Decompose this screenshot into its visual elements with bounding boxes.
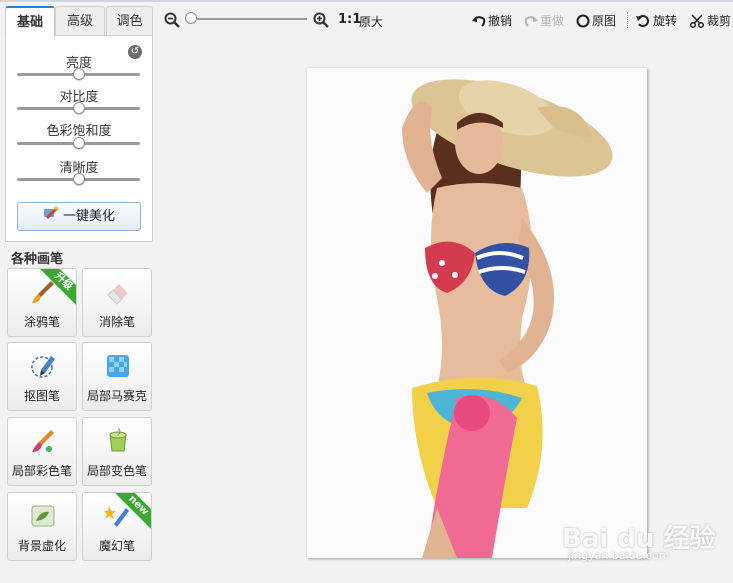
one-click-beautify-label: 一键美化 [62, 209, 115, 224]
rotate-button[interactable]: 旋转 [636, 12, 677, 29]
saturation-knob[interactable] [72, 137, 85, 149]
blur-background-icon [31, 505, 55, 527]
tool-label: 消除笔 [98, 315, 135, 329]
tool-magic-pen[interactable]: new 魔幻笔 [82, 492, 152, 561]
undo-label: 撤销 [488, 14, 513, 28]
tool-label: 局部变色笔 [86, 464, 147, 478]
undo-button[interactable]: 撤销 [472, 12, 512, 29]
paintbrush-icon [32, 281, 54, 303]
original-image-label: 原图 [592, 14, 617, 28]
tab-advanced[interactable]: 高级 [55, 6, 105, 35]
tool-label: 抠图笔 [23, 389, 60, 403]
photo-image [307, 68, 647, 558]
basic-adjust-panel: ↺ 亮度 对比度 色彩饱和度 清晰度 一键美化 [5, 35, 153, 242]
tab-color[interactable]: 调色 [106, 6, 153, 35]
sharpness-slider[interactable] [17, 173, 140, 185]
scissors-icon [689, 14, 705, 29]
tool-local-color-brush[interactable]: 局部彩色笔 [7, 417, 77, 486]
mosaic-icon [107, 355, 129, 377]
photo-canvas[interactable] [307, 68, 647, 558]
contrast-slider[interactable] [17, 102, 140, 114]
baidu-watermark-url: jingyan.baidu.com [568, 549, 670, 562]
zoom-in-icon[interactable] [313, 12, 329, 28]
adjust-tabs: 基础 高级 调色 [5, 6, 153, 37]
cutout-pen-icon [31, 356, 55, 378]
brightness-knob[interactable] [72, 68, 85, 80]
crop-label: 裁剪 [707, 14, 732, 28]
tab-basic[interactable]: 基础 [5, 6, 55, 37]
undo-icon [472, 16, 486, 27]
brightness-slider[interactable] [17, 68, 140, 80]
tool-eraser[interactable]: 消除笔 [82, 268, 152, 337]
circle-icon [576, 14, 590, 28]
tool-label: 局部马赛克 [86, 389, 147, 403]
saturation-slider[interactable] [17, 137, 140, 149]
tool-background-blur[interactable]: 背景虚化 [7, 492, 77, 561]
tool-label: 魔幻笔 [98, 539, 135, 553]
tool-label: 涂鸦笔 [23, 315, 60, 329]
color-brush-icon [32, 430, 54, 452]
one-click-beautify-button[interactable]: 一键美化 [17, 202, 141, 231]
zoom-slider[interactable] [186, 18, 307, 20]
window-top-border [0, 0, 733, 2]
toolbar-separator [627, 12, 629, 28]
magic-pen-icon [104, 506, 129, 527]
original-size-button[interactable]: 原大 [359, 13, 383, 30]
zoom-slider-knob[interactable] [185, 12, 197, 24]
redo-icon [524, 16, 538, 27]
brushes-title: 各种画笔 [11, 252, 64, 267]
redo-button[interactable]: 重做 [524, 12, 564, 29]
redo-label: 重做 [540, 14, 565, 28]
tool-label: 背景虚化 [17, 539, 66, 553]
rotate-icon [636, 15, 649, 27]
contrast-knob[interactable] [72, 102, 85, 114]
eraser-icon [107, 284, 128, 305]
tool-cutout-pen[interactable]: 抠图笔 [7, 342, 77, 411]
ratio-1-1-button[interactable]: 1:1 [338, 12, 361, 27]
paint-bucket-icon [109, 428, 127, 452]
rotate-label: 旋转 [653, 14, 678, 28]
crop-button[interactable]: 裁剪 [689, 12, 732, 29]
original-image-button[interactable]: 原图 [576, 12, 616, 29]
tool-local-mosaic[interactable]: 局部马赛克 [82, 342, 152, 411]
sharpness-knob[interactable] [72, 173, 85, 185]
tool-local-recolor-pen[interactable]: 局部变色笔 [82, 417, 152, 486]
tool-doodle-pen[interactable]: 升级 涂鸦笔 [7, 268, 77, 337]
zoom-out-icon[interactable] [164, 12, 180, 28]
magic-wand-icon [43, 203, 59, 230]
tool-label: 局部彩色笔 [11, 464, 72, 478]
